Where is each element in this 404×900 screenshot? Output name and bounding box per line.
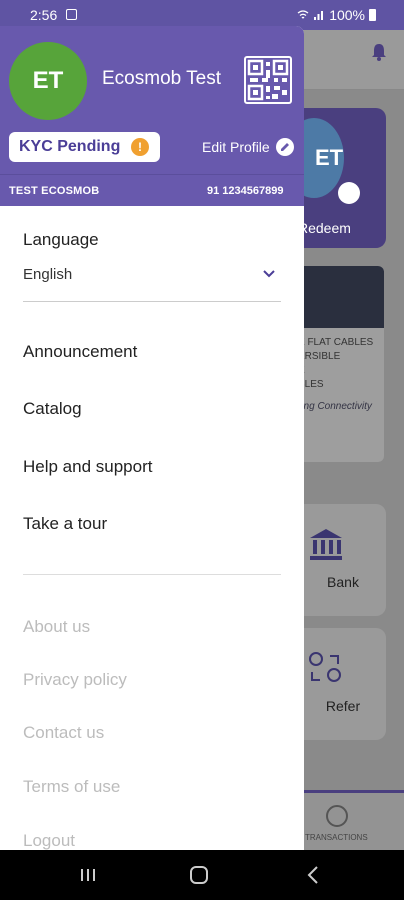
menu-item-take-a-tour[interactable]: Take a tour <box>23 514 107 534</box>
banner-line: E FLAT CABLES <box>298 337 374 348</box>
menu-item-logout[interactable]: Logout <box>23 831 75 850</box>
transactions-label[interactable]: TRANSACTIONS <box>305 833 368 842</box>
bank-icon <box>310 529 342 560</box>
menu-item-terms-of-use[interactable]: Terms of use <box>23 777 120 797</box>
notification-icon <box>66 9 77 20</box>
banner-tagline: ong Connectivity <box>298 401 372 412</box>
transactions-icon[interactable] <box>326 805 348 827</box>
wifi-icon <box>297 10 309 19</box>
menu-item-catalog[interactable]: Catalog <box>23 399 82 419</box>
back-icon[interactable] <box>306 866 320 884</box>
navigation-drawer: ET Ecosmob Test KYC Pending ! Edit Profi… <box>0 26 304 850</box>
user-phone: 91 1234567899 <box>207 185 284 197</box>
status-indicators: 100% <box>297 7 376 23</box>
battery-icon <box>369 9 376 21</box>
recent-apps-icon[interactable] <box>80 868 96 882</box>
language-value: English <box>23 266 73 283</box>
signal-icon <box>314 11 324 20</box>
header-divider <box>0 174 304 175</box>
menu-item-contact-us[interactable]: Contact us <box>23 723 104 743</box>
menu-item-privacy-policy[interactable]: Privacy policy <box>23 670 127 690</box>
banner-line: BLES <box>298 379 324 390</box>
menu-item-about-us[interactable]: About us <box>23 617 90 637</box>
android-navigation-bar <box>0 850 404 900</box>
drawer-header: ET Ecosmob Test KYC Pending ! Edit Profi… <box>0 26 304 206</box>
warning-icon: ! <box>131 138 149 156</box>
edit-profile-button[interactable]: Edit Profile <box>202 138 294 156</box>
chevron-down-icon <box>263 270 275 278</box>
menu-item-help-and-support[interactable]: Help and support <box>23 457 152 477</box>
language-select[interactable]: English <box>23 262 281 302</box>
card-edit-icon[interactable] <box>338 182 360 204</box>
kyc-status-label: KYC Pending <box>19 138 121 155</box>
user-name: Ecosmob Test <box>102 68 221 89</box>
banner-line: E <box>298 364 380 378</box>
redeem-label[interactable]: Redeem <box>298 220 351 236</box>
edit-icon <box>275 138 294 156</box>
qr-code-icon[interactable] <box>244 56 292 104</box>
language-title: Language <box>23 230 99 249</box>
battery-percent: 100% <box>329 7 365 23</box>
menu-divider <box>23 574 281 575</box>
menu-item-announcement[interactable]: Announcement <box>23 342 137 362</box>
avatar[interactable]: ET <box>9 42 87 120</box>
user-id: TEST ECOSMOB <box>9 185 100 197</box>
kyc-status-badge[interactable]: KYC Pending ! <box>9 132 160 162</box>
bell-icon[interactable] <box>370 42 388 62</box>
status-time: 2:56 <box>30 7 58 23</box>
refer-icon <box>309 652 341 682</box>
edit-profile-label: Edit Profile <box>202 139 270 155</box>
banner-line: ERSIBLE <box>298 351 341 362</box>
home-icon[interactable] <box>190 866 208 884</box>
